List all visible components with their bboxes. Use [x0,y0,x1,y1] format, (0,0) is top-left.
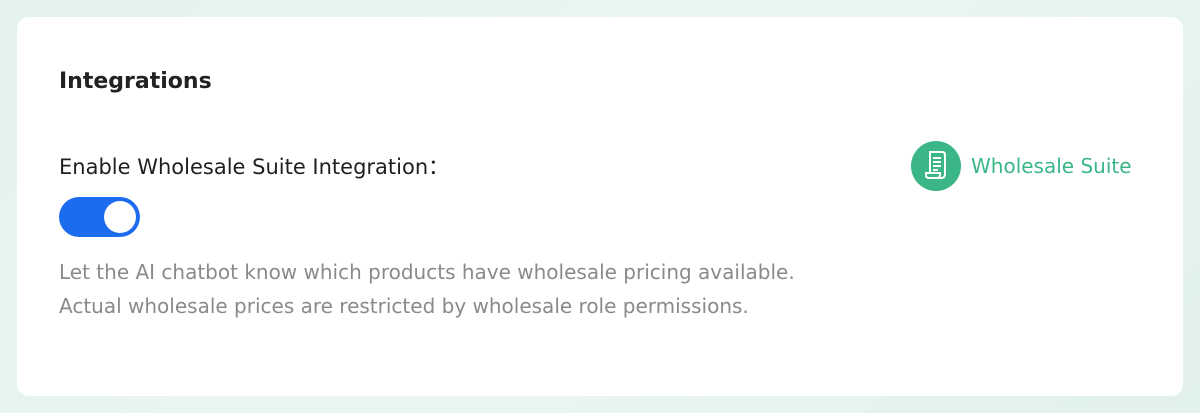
section-title: Integrations [59,69,212,94]
receipt-scroll-icon [911,141,961,191]
toggle-knob [104,201,136,233]
wholesale-suite-brand: Wholesale Suite [911,141,1132,191]
wholesale-integration-description: Let the AI chatbot know which products h… [59,260,795,318]
wholesale-integration-label: Enable Wholesale Suite Integration： [59,155,450,179]
wholesale-integration-toggle[interactable] [59,197,140,237]
brand-name: Wholesale Suite [971,154,1132,178]
integrations-card: Integrations Enable Wholesale Suite Inte… [17,17,1183,396]
